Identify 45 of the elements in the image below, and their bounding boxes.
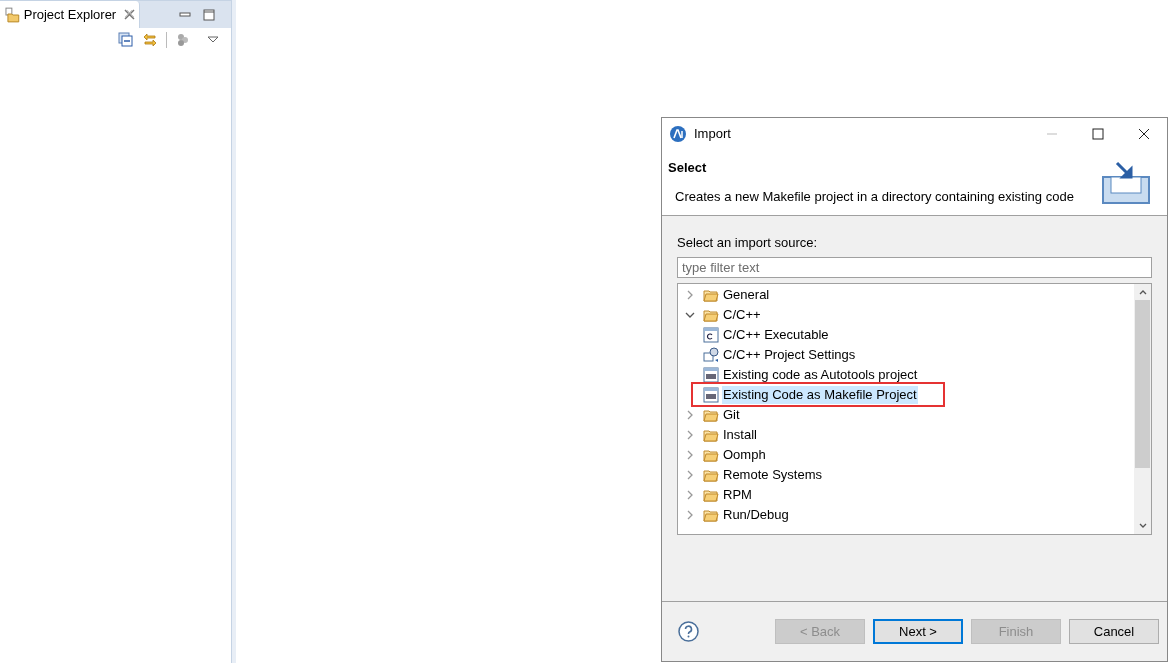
window-title: Import [694,124,731,143]
tree-item[interactable]: Remote Systems [722,466,823,484]
folder-icon [703,407,719,423]
tree-item[interactable]: Run/Debug [722,506,790,524]
folder-icon [703,287,719,303]
c-file-icon [703,327,719,343]
folder-icon [703,307,719,323]
folder-icon [703,507,719,523]
scroll-thumb[interactable] [1135,300,1150,468]
tab-label: Project Explorer [23,5,117,24]
cpp-file-icon [703,367,719,383]
maximize-icon[interactable] [203,8,215,21]
folder-icon [703,487,719,503]
tree-item[interactable]: C/C++ Executable [722,326,830,344]
filter-icon[interactable] [175,32,191,48]
tree-item[interactable]: Install [722,426,758,444]
page-description: Creates a new Makefile project in a directory containing existing code [675,187,1075,206]
cpp-file-icon [703,387,719,403]
view-menu-icon[interactable] [207,36,219,44]
link-arrows-icon[interactable] [142,32,158,48]
folder-icon [703,467,719,483]
dialog-button[interactable]: Next > [873,619,963,644]
collapse-all-icon[interactable] [118,32,134,48]
dialog-button[interactable]: Cancel [1069,619,1159,644]
tree-item[interactable]: Existing Code as Makefile Project [722,386,918,404]
tree-item[interactable]: C/C++ [722,306,762,324]
tree-item[interactable]: Git [722,406,741,424]
settings-icon [703,347,719,363]
folder-icon [703,447,719,463]
tree-item[interactable]: Oomph [722,446,767,464]
help-icon[interactable] [678,621,699,642]
tree-item[interactable]: C/C++ Project Settings [722,346,857,364]
folder-icon [703,427,719,443]
filter-field[interactable]: type filter text [677,257,1152,278]
app-icon [670,125,686,142]
tree-item[interactable]: General [722,286,771,304]
close-icon[interactable] [124,9,135,20]
folder-icon [4,6,20,23]
source-label: Select an import source: [677,235,819,251]
explorer-tab[interactable]: Project Explorer [0,1,140,28]
minimize-icon[interactable] [179,11,191,18]
scrollbar[interactable] [1134,284,1151,534]
tree-item[interactable]: Existing code as Autotools project [722,366,919,384]
page-title: Select [668,159,708,177]
tree-item[interactable]: RPM [722,486,753,504]
